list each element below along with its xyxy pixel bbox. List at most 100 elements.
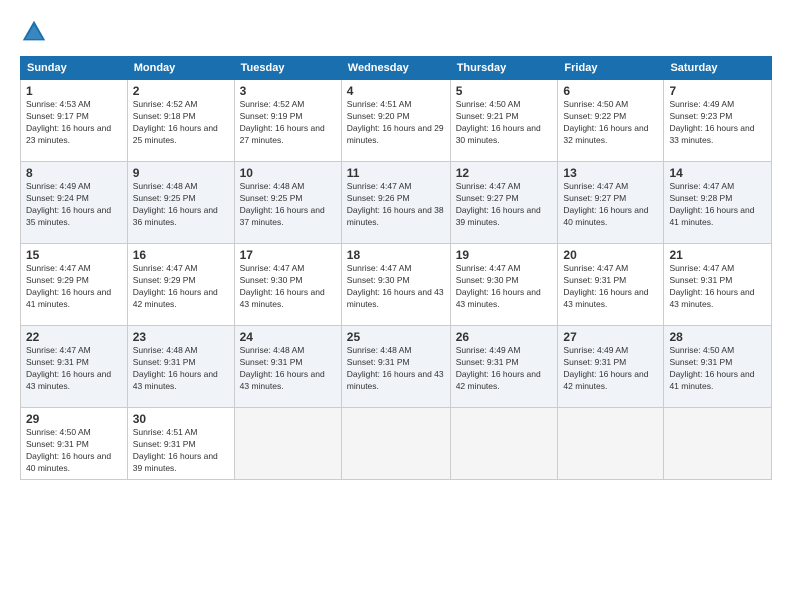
calendar-cell: 28 Sunrise: 4:50 AM Sunset: 9:31 PM Dayl… [664,326,772,408]
day-info: Sunrise: 4:50 AM Sunset: 9:21 PM Dayligh… [456,99,553,147]
day-info: Sunrise: 4:47 AM Sunset: 9:31 PM Dayligh… [26,345,122,393]
day-number: 29 [26,412,122,426]
day-number: 18 [347,248,445,262]
day-info: Sunrise: 4:47 AM Sunset: 9:26 PM Dayligh… [347,181,445,229]
calendar-week-row: 29 Sunrise: 4:50 AM Sunset: 9:31 PM Dayl… [21,408,772,480]
day-number: 27 [563,330,658,344]
calendar-cell: 1 Sunrise: 4:53 AM Sunset: 9:17 PM Dayli… [21,80,128,162]
calendar-cell: 2 Sunrise: 4:52 AM Sunset: 9:18 PM Dayli… [127,80,234,162]
calendar-cell [341,408,450,480]
logo [20,18,52,46]
day-number: 17 [240,248,336,262]
day-info: Sunrise: 4:49 AM Sunset: 9:23 PM Dayligh… [669,99,766,147]
day-number: 1 [26,84,122,98]
day-number: 22 [26,330,122,344]
calendar-cell [558,408,664,480]
calendar-cell: 10 Sunrise: 4:48 AM Sunset: 9:25 PM Dayl… [234,162,341,244]
day-info: Sunrise: 4:48 AM Sunset: 9:31 PM Dayligh… [133,345,229,393]
calendar-cell: 25 Sunrise: 4:48 AM Sunset: 9:31 PM Dayl… [341,326,450,408]
dow-header: Tuesday [234,57,341,80]
day-info: Sunrise: 4:50 AM Sunset: 9:31 PM Dayligh… [669,345,766,393]
day-info: Sunrise: 4:49 AM Sunset: 9:24 PM Dayligh… [26,181,122,229]
day-info: Sunrise: 4:47 AM Sunset: 9:28 PM Dayligh… [669,181,766,229]
calendar-cell: 9 Sunrise: 4:48 AM Sunset: 9:25 PM Dayli… [127,162,234,244]
day-number: 30 [133,412,229,426]
dow-header: Friday [558,57,664,80]
day-info: Sunrise: 4:48 AM Sunset: 9:25 PM Dayligh… [133,181,229,229]
day-info: Sunrise: 4:47 AM Sunset: 9:27 PM Dayligh… [456,181,553,229]
calendar-cell [664,408,772,480]
day-number: 25 [347,330,445,344]
calendar-cell: 20 Sunrise: 4:47 AM Sunset: 9:31 PM Dayl… [558,244,664,326]
day-number: 23 [133,330,229,344]
day-number: 5 [456,84,553,98]
day-number: 2 [133,84,229,98]
day-number: 16 [133,248,229,262]
day-info: Sunrise: 4:48 AM Sunset: 9:25 PM Dayligh… [240,181,336,229]
calendar-cell [450,408,558,480]
day-info: Sunrise: 4:47 AM Sunset: 9:31 PM Dayligh… [669,263,766,311]
calendar-cell: 30 Sunrise: 4:51 AM Sunset: 9:31 PM Dayl… [127,408,234,480]
day-info: Sunrise: 4:47 AM Sunset: 9:29 PM Dayligh… [26,263,122,311]
calendar-cell: 14 Sunrise: 4:47 AM Sunset: 9:28 PM Dayl… [664,162,772,244]
calendar-cell: 29 Sunrise: 4:50 AM Sunset: 9:31 PM Dayl… [21,408,128,480]
day-info: Sunrise: 4:49 AM Sunset: 9:31 PM Dayligh… [563,345,658,393]
calendar-cell: 5 Sunrise: 4:50 AM Sunset: 9:21 PM Dayli… [450,80,558,162]
day-info: Sunrise: 4:49 AM Sunset: 9:31 PM Dayligh… [456,345,553,393]
day-number: 13 [563,166,658,180]
day-info: Sunrise: 4:51 AM Sunset: 9:20 PM Dayligh… [347,99,445,147]
day-number: 6 [563,84,658,98]
calendar-cell: 19 Sunrise: 4:47 AM Sunset: 9:30 PM Dayl… [450,244,558,326]
day-number: 20 [563,248,658,262]
day-info: Sunrise: 4:47 AM Sunset: 9:31 PM Dayligh… [563,263,658,311]
day-number: 15 [26,248,122,262]
day-of-week-row: SundayMondayTuesdayWednesdayThursdayFrid… [21,57,772,80]
day-number: 19 [456,248,553,262]
calendar-cell [234,408,341,480]
day-info: Sunrise: 4:47 AM Sunset: 9:27 PM Dayligh… [563,181,658,229]
dow-header: Wednesday [341,57,450,80]
day-info: Sunrise: 4:50 AM Sunset: 9:22 PM Dayligh… [563,99,658,147]
calendar-cell: 16 Sunrise: 4:47 AM Sunset: 9:29 PM Dayl… [127,244,234,326]
day-info: Sunrise: 4:47 AM Sunset: 9:30 PM Dayligh… [240,263,336,311]
calendar-cell: 13 Sunrise: 4:47 AM Sunset: 9:27 PM Dayl… [558,162,664,244]
day-number: 10 [240,166,336,180]
calendar-cell: 17 Sunrise: 4:47 AM Sunset: 9:30 PM Dayl… [234,244,341,326]
day-info: Sunrise: 4:48 AM Sunset: 9:31 PM Dayligh… [240,345,336,393]
header [20,18,772,46]
day-number: 24 [240,330,336,344]
day-number: 9 [133,166,229,180]
day-info: Sunrise: 4:48 AM Sunset: 9:31 PM Dayligh… [347,345,445,393]
day-number: 12 [456,166,553,180]
day-info: Sunrise: 4:47 AM Sunset: 9:29 PM Dayligh… [133,263,229,311]
calendar-week-row: 1 Sunrise: 4:53 AM Sunset: 9:17 PM Dayli… [21,80,772,162]
calendar-cell: 23 Sunrise: 4:48 AM Sunset: 9:31 PM Dayl… [127,326,234,408]
calendar-cell: 26 Sunrise: 4:49 AM Sunset: 9:31 PM Dayl… [450,326,558,408]
day-number: 21 [669,248,766,262]
logo-icon [20,18,48,46]
dow-header: Monday [127,57,234,80]
day-info: Sunrise: 4:52 AM Sunset: 9:18 PM Dayligh… [133,99,229,147]
day-number: 14 [669,166,766,180]
day-info: Sunrise: 4:52 AM Sunset: 9:19 PM Dayligh… [240,99,336,147]
calendar-week-row: 8 Sunrise: 4:49 AM Sunset: 9:24 PM Dayli… [21,162,772,244]
calendar-cell: 22 Sunrise: 4:47 AM Sunset: 9:31 PM Dayl… [21,326,128,408]
day-info: Sunrise: 4:47 AM Sunset: 9:30 PM Dayligh… [456,263,553,311]
calendar-cell: 27 Sunrise: 4:49 AM Sunset: 9:31 PM Dayl… [558,326,664,408]
dow-header: Saturday [664,57,772,80]
day-info: Sunrise: 4:50 AM Sunset: 9:31 PM Dayligh… [26,427,122,475]
day-number: 28 [669,330,766,344]
calendar-cell: 3 Sunrise: 4:52 AM Sunset: 9:19 PM Dayli… [234,80,341,162]
day-number: 4 [347,84,445,98]
day-number: 26 [456,330,553,344]
calendar-cell: 11 Sunrise: 4:47 AM Sunset: 9:26 PM Dayl… [341,162,450,244]
day-info: Sunrise: 4:47 AM Sunset: 9:30 PM Dayligh… [347,263,445,311]
calendar-week-row: 15 Sunrise: 4:47 AM Sunset: 9:29 PM Dayl… [21,244,772,326]
day-number: 11 [347,166,445,180]
day-number: 3 [240,84,336,98]
calendar-cell: 6 Sunrise: 4:50 AM Sunset: 9:22 PM Dayli… [558,80,664,162]
day-number: 7 [669,84,766,98]
calendar-cell: 24 Sunrise: 4:48 AM Sunset: 9:31 PM Dayl… [234,326,341,408]
day-number: 8 [26,166,122,180]
calendar-cell: 21 Sunrise: 4:47 AM Sunset: 9:31 PM Dayl… [664,244,772,326]
